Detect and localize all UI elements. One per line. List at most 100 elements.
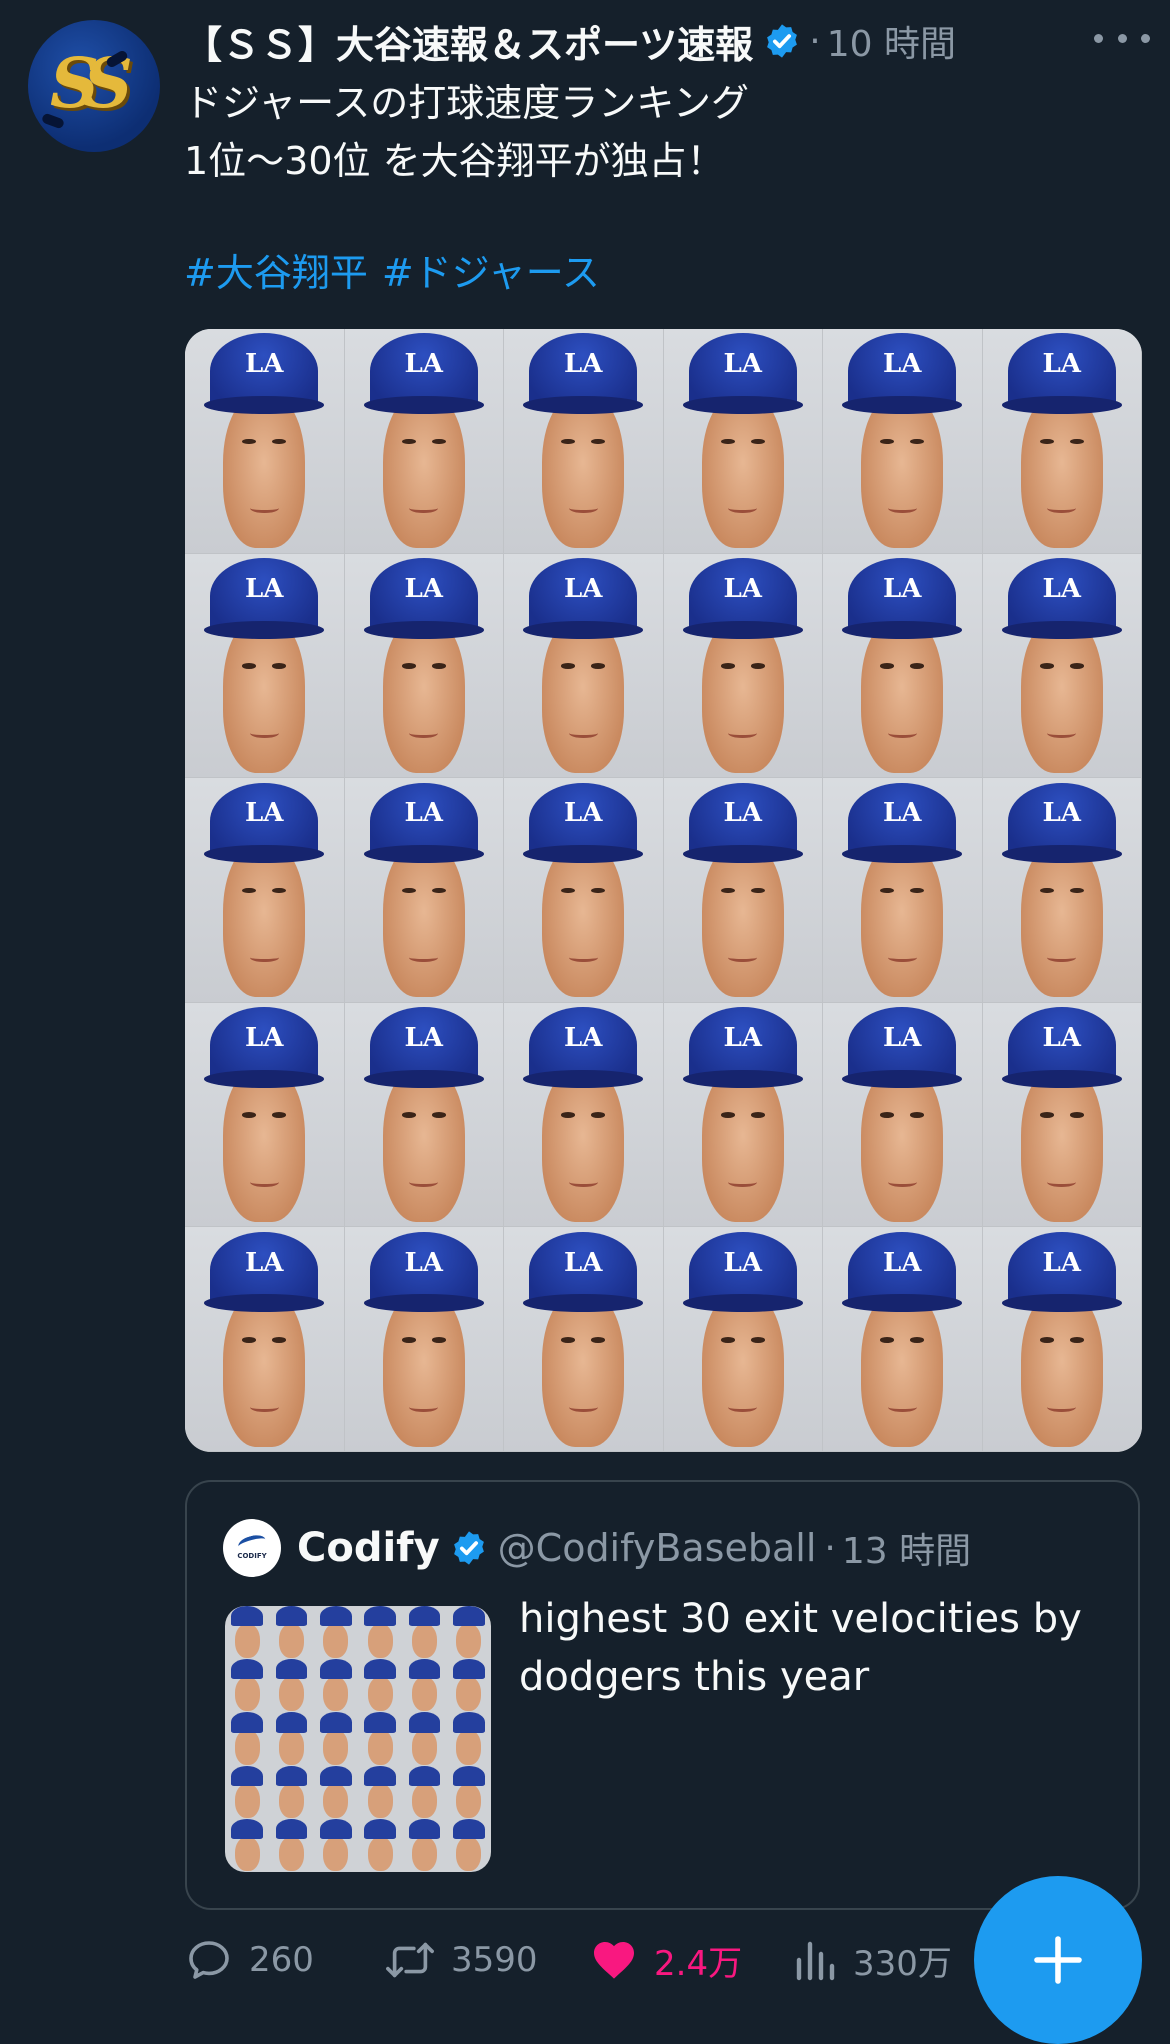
face-shape [542, 1065, 625, 1222]
portrait-cell: LA [185, 1002, 345, 1228]
eye-shape [1069, 663, 1084, 669]
cap-brim-shape [842, 845, 963, 864]
face-shape [861, 391, 944, 549]
cap-brim-shape [204, 1069, 325, 1088]
author-name[interactable]: 【ＳＳ】大谷速報＆スポーツ速報 [184, 14, 753, 69]
face-shape [1020, 840, 1103, 998]
face-shape [701, 840, 784, 998]
author-avatar[interactable]: SS [28, 20, 160, 152]
mouth-shape [568, 953, 598, 963]
thumbnail-portrait-cell [314, 1712, 358, 1765]
cap-shape [364, 1606, 397, 1627]
mouth-shape [728, 1402, 757, 1412]
portrait-cell: LA [982, 553, 1142, 779]
quoted-tweet-time[interactable]: 13 時間 [842, 1522, 971, 1574]
cap-brim-shape [523, 620, 644, 639]
face-shape [701, 1065, 784, 1222]
cap-shape [275, 1818, 308, 1839]
cap-logo: LA [564, 573, 603, 604]
cap-logo: LA [1042, 1247, 1081, 1278]
thumbnail-portrait-cell [225, 1818, 269, 1872]
cap-brim-shape [523, 1294, 644, 1313]
cap-logo: LA [723, 1022, 762, 1053]
thumbnail-portrait-cell [225, 1659, 269, 1712]
hashtag-link[interactable]: #大谷翔平 [184, 251, 368, 295]
hashtags: #大谷翔平 #ドジャース [184, 244, 614, 302]
cap-logo: LA [564, 1247, 603, 1278]
mouth-shape [1047, 1402, 1076, 1412]
retweet-button[interactable]: 3590 [385, 1930, 538, 1990]
face-shape [456, 1730, 482, 1765]
thumbnail-portrait-cell [358, 1818, 402, 1872]
mouth-shape [249, 953, 279, 963]
quoted-tweet[interactable]: CODIFY Codify @CodifyBaseball · 13 時間 hi… [185, 1480, 1140, 1910]
eye-shape [561, 1112, 576, 1118]
eye-shape [242, 663, 257, 669]
mouth-shape [1047, 1177, 1076, 1187]
cap-brim-shape [1001, 1294, 1122, 1313]
mouth-shape [887, 1177, 917, 1187]
cap-logo: LA [1042, 1022, 1081, 1053]
portrait-cell: LA [823, 329, 983, 554]
quoted-media-thumbnail[interactable] [225, 1606, 491, 1872]
face-shape [323, 1783, 349, 1818]
more-options-icon[interactable] [1094, 18, 1150, 58]
eye-shape [561, 1336, 576, 1343]
quoted-author-avatar[interactable]: CODIFY [223, 1519, 281, 1577]
cap-shape [231, 1712, 264, 1733]
mouth-shape [249, 728, 279, 738]
face-shape [279, 1730, 304, 1765]
cap-brim-shape [204, 620, 325, 639]
mouth-shape [887, 728, 917, 738]
eye-shape [401, 1112, 416, 1118]
thumbnail-portrait-cell [447, 1818, 491, 1872]
cap-logo: LA [404, 1247, 443, 1278]
cap-logo: LA [883, 798, 922, 829]
tweet-text-line: 1位〜30位 を大谷翔平が独占！ [184, 139, 725, 183]
eye-shape [591, 1336, 606, 1343]
face-shape [367, 1836, 393, 1871]
views-button[interactable]: 330万 [793, 1930, 952, 1990]
face-shape [367, 1677, 393, 1712]
portrait-cell: LA [982, 329, 1142, 554]
thumbnail-portrait-cell [225, 1712, 269, 1765]
portrait-cell: LA [344, 329, 504, 554]
eye-shape [401, 1336, 416, 1343]
tweet-time[interactable]: 10 時間 [827, 15, 956, 67]
thumbnail-portrait-cell [269, 1606, 313, 1659]
face-shape [234, 1677, 260, 1712]
cap-shape [408, 1712, 441, 1733]
eye-shape [401, 663, 416, 669]
thumbnail-portrait-cell [269, 1659, 313, 1712]
hashtag-link[interactable]: #ドジャース [382, 251, 600, 295]
quoted-author-handle[interactable]: @CodifyBaseball [498, 1526, 817, 1570]
cap-brim-shape [523, 845, 644, 864]
cap-logo: LA [723, 573, 762, 604]
thumbnail-portrait-cell [447, 1606, 491, 1659]
compose-button[interactable] [974, 1876, 1142, 2044]
eye-shape [910, 663, 925, 669]
portrait-cell: LA [663, 778, 823, 1003]
thumbnail-portrait-cell [269, 1765, 313, 1819]
eye-shape [1069, 438, 1084, 445]
reply-button[interactable]: 260 [185, 1930, 314, 1990]
face-shape [279, 1677, 304, 1712]
thumbnail-portrait-cell [447, 1659, 491, 1712]
face-shape [412, 1624, 437, 1659]
quoted-author-name[interactable]: Codify [297, 1525, 440, 1571]
cap-shape [408, 1659, 441, 1680]
mouth-shape [1047, 728, 1076, 738]
face-shape [1020, 391, 1103, 549]
mouth-shape [728, 728, 757, 738]
portrait-cell: LA [982, 778, 1142, 1003]
like-button[interactable]: 2.4万 [590, 1930, 742, 1990]
eye-shape [272, 663, 287, 669]
tweet-media-image[interactable]: LA LA LA LA LA LA LA LA LA LA LA LA LA LA LA LA LA LA LA LA… [185, 329, 1142, 1452]
face-shape [323, 1624, 349, 1659]
face-shape [323, 1677, 349, 1712]
portrait-cell: LA [504, 1002, 664, 1228]
cap-shape [275, 1765, 308, 1786]
mouth-shape [249, 1177, 279, 1187]
face-shape [382, 391, 465, 549]
cap-logo: LA [883, 349, 922, 380]
